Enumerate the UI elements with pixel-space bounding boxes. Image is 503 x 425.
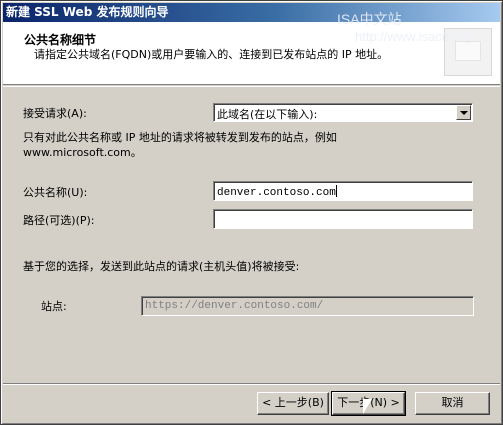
public-name-value: denver.contoso.com	[217, 187, 336, 199]
accept-requests-value: 此域名(在以下输入):	[217, 108, 318, 121]
page-title: 公共名称细节	[24, 33, 97, 47]
back-button[interactable]: < 上一步(B)	[257, 392, 329, 415]
summary-text: 基于您的选择，发送到此站点的请求(主机头值)将被接受:	[23, 260, 300, 273]
window-title: 新建 SSL Web 发布规则向导	[6, 5, 169, 19]
site-label: 站点:	[41, 300, 67, 313]
watermark: ISA中文站 http://www.isacn.org	[337, 10, 487, 46]
public-name-input[interactable]: denver.contoso.com	[213, 181, 473, 201]
accept-label: 接受请求(A):	[23, 107, 87, 120]
public-name-label: 公共名称(U):	[23, 186, 88, 199]
site-url-value: https://denver.contoso.com/	[145, 300, 324, 312]
header-divider	[3, 86, 500, 87]
cancel-button[interactable]: 取消	[415, 392, 490, 415]
path-input[interactable]	[213, 209, 473, 229]
info-text: 只有对此公共名称或 IP 地址的请求将被转发到发布的站点，例如 www.micr…	[23, 131, 337, 159]
text-caret	[335, 185, 337, 197]
watermark-line1: ISA中文站	[337, 11, 402, 27]
dropdown-arrow-button[interactable]	[456, 105, 471, 120]
path-label: 路径(可选)(P):	[23, 214, 95, 227]
page-subtitle: 请指定公共域名(FQDN)或用户要输入的、连接到已发布站点的 IP 地址。	[34, 48, 389, 61]
accept-requests-dropdown[interactable]: 此域名(在以下输入):	[213, 103, 473, 122]
chevron-down-icon	[460, 111, 468, 115]
footer-divider-highlight	[3, 384, 500, 385]
wizard-window: 新建 SSL Web 发布规则向导 公共名称细节 请指定公共域名(FQDN)或用…	[0, 0, 503, 425]
site-url-field: https://denver.contoso.com/	[141, 296, 474, 316]
mouse-cursor-icon	[362, 398, 373, 415]
watermark-line2: http://www.isacn.org	[355, 29, 472, 44]
